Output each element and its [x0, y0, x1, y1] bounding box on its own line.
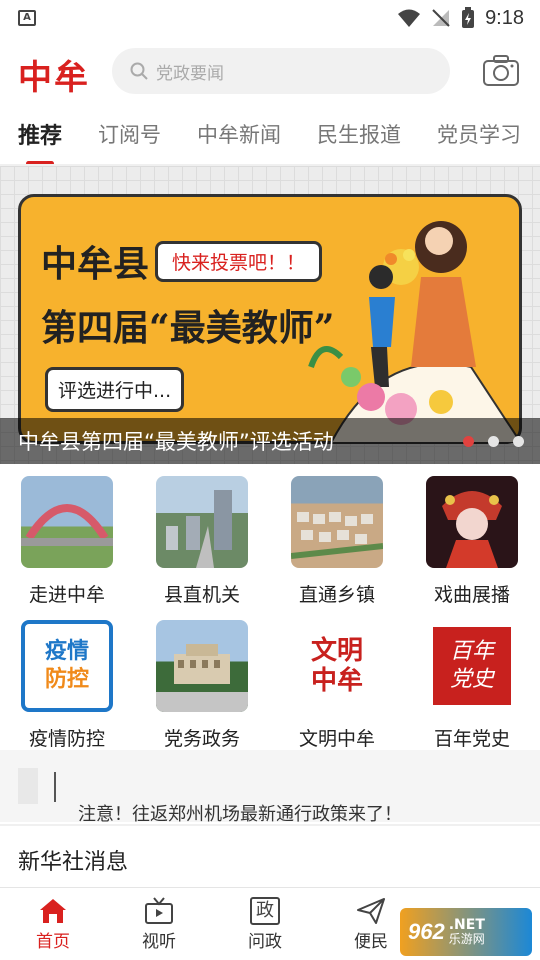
- ticker-headline[interactable]: 注意！往返郑州机场最新通行政策来了！: [78, 800, 402, 826]
- nav-home-label: 首页: [36, 931, 70, 952]
- nav-media-label: 视听: [142, 931, 176, 952]
- banner-caption: 中牟县第四届“最美教师”评选活动: [18, 430, 334, 454]
- epidemic-thumbnail: 疫情 防控: [21, 620, 113, 712]
- search-icon: [130, 62, 148, 80]
- nav-media[interactable]: 视听: [106, 888, 212, 960]
- banner-poster: 中牟县 快来投票吧！！ 第四届“最美教师” 评选进行中...: [18, 194, 522, 444]
- grid-item-party-history[interactable]: 百年 党史 百年党史: [405, 618, 525, 758]
- grid-label: 县直机关: [163, 584, 240, 606]
- tab-subscription[interactable]: 订阅号: [98, 119, 161, 149]
- banner-carousel[interactable]: 中牟县 快来投票吧！！ 第四届“最美教师” 评选进行中... 中牟县第四届“最美…: [0, 166, 540, 464]
- grid-label: 直通乡镇: [298, 584, 375, 606]
- grid-item-epidemic[interactable]: 疫情 防控 疫情防控: [0, 618, 120, 758]
- county-agencies-thumbnail: [156, 476, 248, 568]
- clock: 9:18: [485, 6, 524, 29]
- watermark-sub: 乐游网: [448, 932, 485, 946]
- grid-item-townships[interactable]: 直通乡镇: [270, 474, 390, 614]
- poster-title-line1: 中牟县: [41, 243, 150, 285]
- search-placeholder: 党政要闻: [156, 63, 224, 84]
- grid-label: 百年党史: [433, 728, 510, 750]
- grid-label: 戏曲展播: [433, 584, 510, 606]
- watermark-suffix: .NET: [448, 917, 485, 933]
- politics-icon: 政: [250, 896, 280, 925]
- accessibility-icon: A: [18, 10, 36, 26]
- grid-item-opera[interactable]: 戏曲展播: [405, 474, 525, 614]
- battery-charging-icon: [462, 7, 475, 28]
- watermark-text: .NET 乐游网: [449, 918, 485, 946]
- carousel-indicator: [463, 436, 524, 447]
- nav-politics-label: 问政: [248, 931, 282, 952]
- channel-tabs: 推荐 订阅号 中牟新闻 民生报道 党员学习: [0, 108, 540, 166]
- camera-icon[interactable]: [482, 54, 520, 88]
- site-watermark: 962 .NET 乐游网: [400, 908, 532, 956]
- search-input[interactable]: 党政要闻: [112, 48, 450, 94]
- grid-label: 文明中牟: [298, 728, 375, 750]
- grid-label: 走进中牟: [28, 584, 105, 606]
- grid-item-civilization[interactable]: 文明 中牟 文明中牟: [270, 618, 390, 758]
- tab-recommend[interactable]: 推荐: [18, 118, 62, 166]
- tv-icon: [145, 896, 173, 924]
- section-title: 新华社消息: [18, 850, 129, 875]
- wifi-icon: [398, 9, 421, 27]
- status-icons: 9:18: [397, 6, 524, 30]
- status-bar: A 9:18: [0, 0, 540, 36]
- epidemic-icon-text: 疫情 防控: [44, 639, 89, 692]
- grid-item-county-agencies[interactable]: 县直机关: [135, 474, 255, 614]
- tab-party-study[interactable]: 党员学习: [437, 119, 521, 149]
- news-ticker[interactable]: 注意！往返郑州机场最新通行政策来了！: [0, 750, 540, 825]
- nav-services-label: 便民: [354, 931, 388, 952]
- send-icon: [357, 897, 385, 924]
- tab-livelihood[interactable]: 民生报道: [317, 119, 401, 149]
- ticker-marker: [18, 768, 38, 804]
- xinhua-section: 新华社消息: [0, 824, 540, 888]
- party-history-seal: 百年 党史: [433, 627, 511, 705]
- banner-caption-bar: 中牟县第四届“最美教师”评选活动: [0, 418, 540, 464]
- civilization-icon-text: 文明 中牟: [310, 636, 363, 696]
- nav-home[interactable]: 首页: [0, 888, 106, 960]
- carousel-dot[interactable]: [488, 436, 499, 447]
- teacher-illustration: [308, 221, 521, 443]
- no-signal-icon: [432, 9, 450, 27]
- nav-politics[interactable]: 政 问政: [212, 888, 318, 960]
- poster-progress-label: 评选进行中...: [45, 367, 185, 412]
- visit-zhongmou-thumbnail: [21, 476, 113, 568]
- home-icon: [40, 898, 66, 923]
- watermark-number: 962: [408, 919, 445, 944]
- party-history-thumbnail: 百年 党史: [426, 620, 518, 712]
- opera-thumbnail: [426, 476, 518, 568]
- townships-thumbnail: [291, 476, 383, 568]
- grid-item-visit-zhongmou[interactable]: 走进中牟: [0, 474, 120, 614]
- grid-label: 疫情防控: [28, 728, 105, 750]
- grid-label: 党务政务: [163, 728, 240, 750]
- party-affairs-thumbnail: [156, 620, 248, 712]
- carousel-dot[interactable]: [513, 436, 524, 447]
- app-header: 中牟 党政要闻: [0, 40, 540, 104]
- carousel-dot[interactable]: [463, 436, 474, 447]
- grid-item-party-affairs[interactable]: 党务政务: [135, 618, 255, 758]
- ticker-divider: [54, 772, 56, 802]
- civilization-thumbnail: 文明 中牟: [291, 620, 383, 712]
- app-logo: 中牟: [18, 58, 90, 98]
- tab-zhongmou-news[interactable]: 中牟新闻: [197, 119, 281, 149]
